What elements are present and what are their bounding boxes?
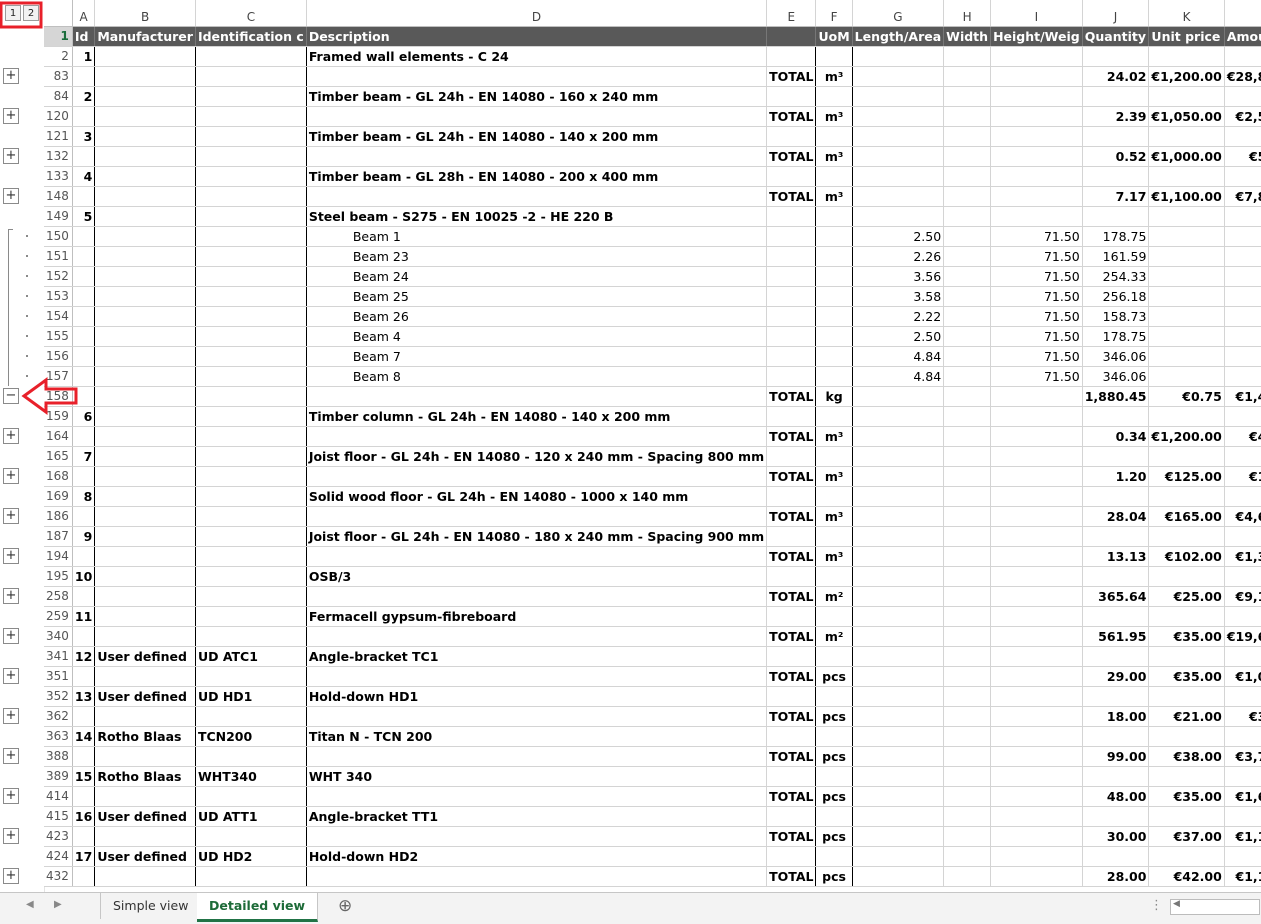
more-options-icon[interactable]: ⋮ xyxy=(1150,898,1163,913)
tab-detailed-view[interactable]: Detailed view xyxy=(197,893,319,922)
tab-scroll-right-icon[interactable]: ▶ xyxy=(54,899,62,910)
annotation-overlay xyxy=(0,1,78,415)
tab-simple-view[interactable]: Simple view xyxy=(100,893,202,919)
annotation-arrow-icon xyxy=(21,377,78,415)
add-sheet-icon[interactable]: ⊕ xyxy=(338,896,352,916)
annotation-box xyxy=(0,1,43,29)
horizontal-scrollbar[interactable]: ◀ xyxy=(1170,899,1260,915)
sheet-tab-bar: ◀ ▶ Simple view Detailed view ⊕ ⋮ ◀ xyxy=(0,892,1261,924)
tab-scroll-left-icon[interactable]: ◀ xyxy=(26,899,34,910)
